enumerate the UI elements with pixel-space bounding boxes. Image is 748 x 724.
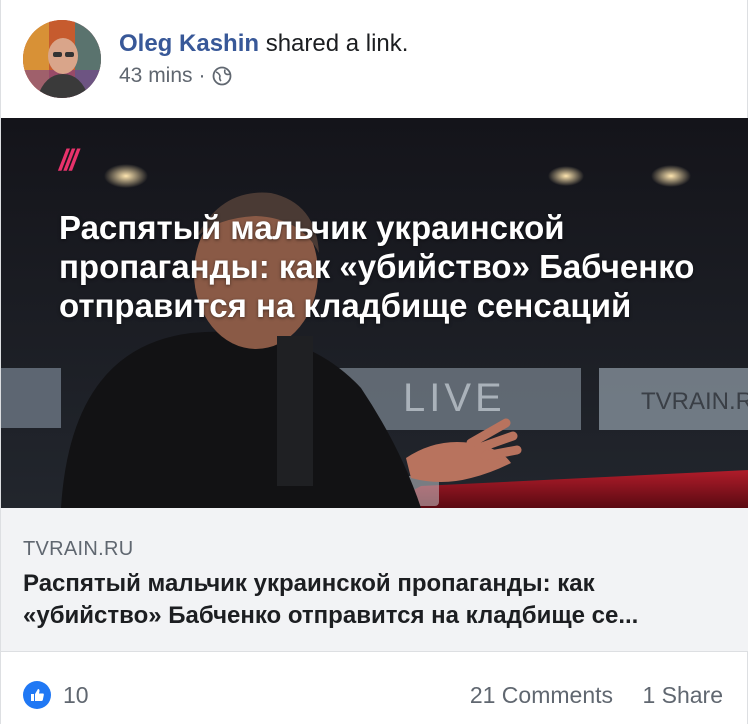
post-footer: 10 21 Comments 1 Share xyxy=(1,652,748,724)
post-timestamp[interactable]: 43 mins xyxy=(119,63,193,89)
shares-count[interactable]: 1 Share xyxy=(642,681,723,709)
author-avatar[interactable] xyxy=(23,20,101,98)
post-meta: 43 mins · xyxy=(119,63,232,89)
post-header: Oleg Kashin shared a link. 43 mins · xyxy=(1,0,748,118)
like-icon[interactable] xyxy=(23,681,51,709)
feed-post: Oleg Kashin shared a link. 43 mins · LIV… xyxy=(0,0,748,724)
studio-sign-tvrain: TVRAIN.RU xyxy=(641,388,748,415)
studio-sign-live: LIVE xyxy=(403,376,506,420)
comments-count[interactable]: 21 Comments xyxy=(470,681,613,709)
meta-separator: · xyxy=(198,64,206,87)
link-domain: TVRAIN.RU xyxy=(23,538,134,560)
link-title[interactable]: Распятый мальчик украинской пропаганды: … xyxy=(23,568,723,632)
link-image[interactable]: LIVE TVRAIN.RU /// Распятый мальчик укра… xyxy=(1,118,748,508)
channel-logo: /// xyxy=(59,144,78,177)
author-line: Oleg Kashin shared a link. xyxy=(119,30,408,58)
link-preview[interactable]: TVRAIN.RU Распятый мальчик украинской пр… xyxy=(1,508,748,652)
like-count[interactable]: 10 xyxy=(63,681,89,709)
post-action-text: shared a link. xyxy=(265,30,409,57)
author-name[interactable]: Oleg Kashin xyxy=(119,30,259,57)
globe-icon[interactable] xyxy=(212,66,232,86)
hero-headline: Распятый мальчик украинской пропаганды: … xyxy=(59,209,695,324)
